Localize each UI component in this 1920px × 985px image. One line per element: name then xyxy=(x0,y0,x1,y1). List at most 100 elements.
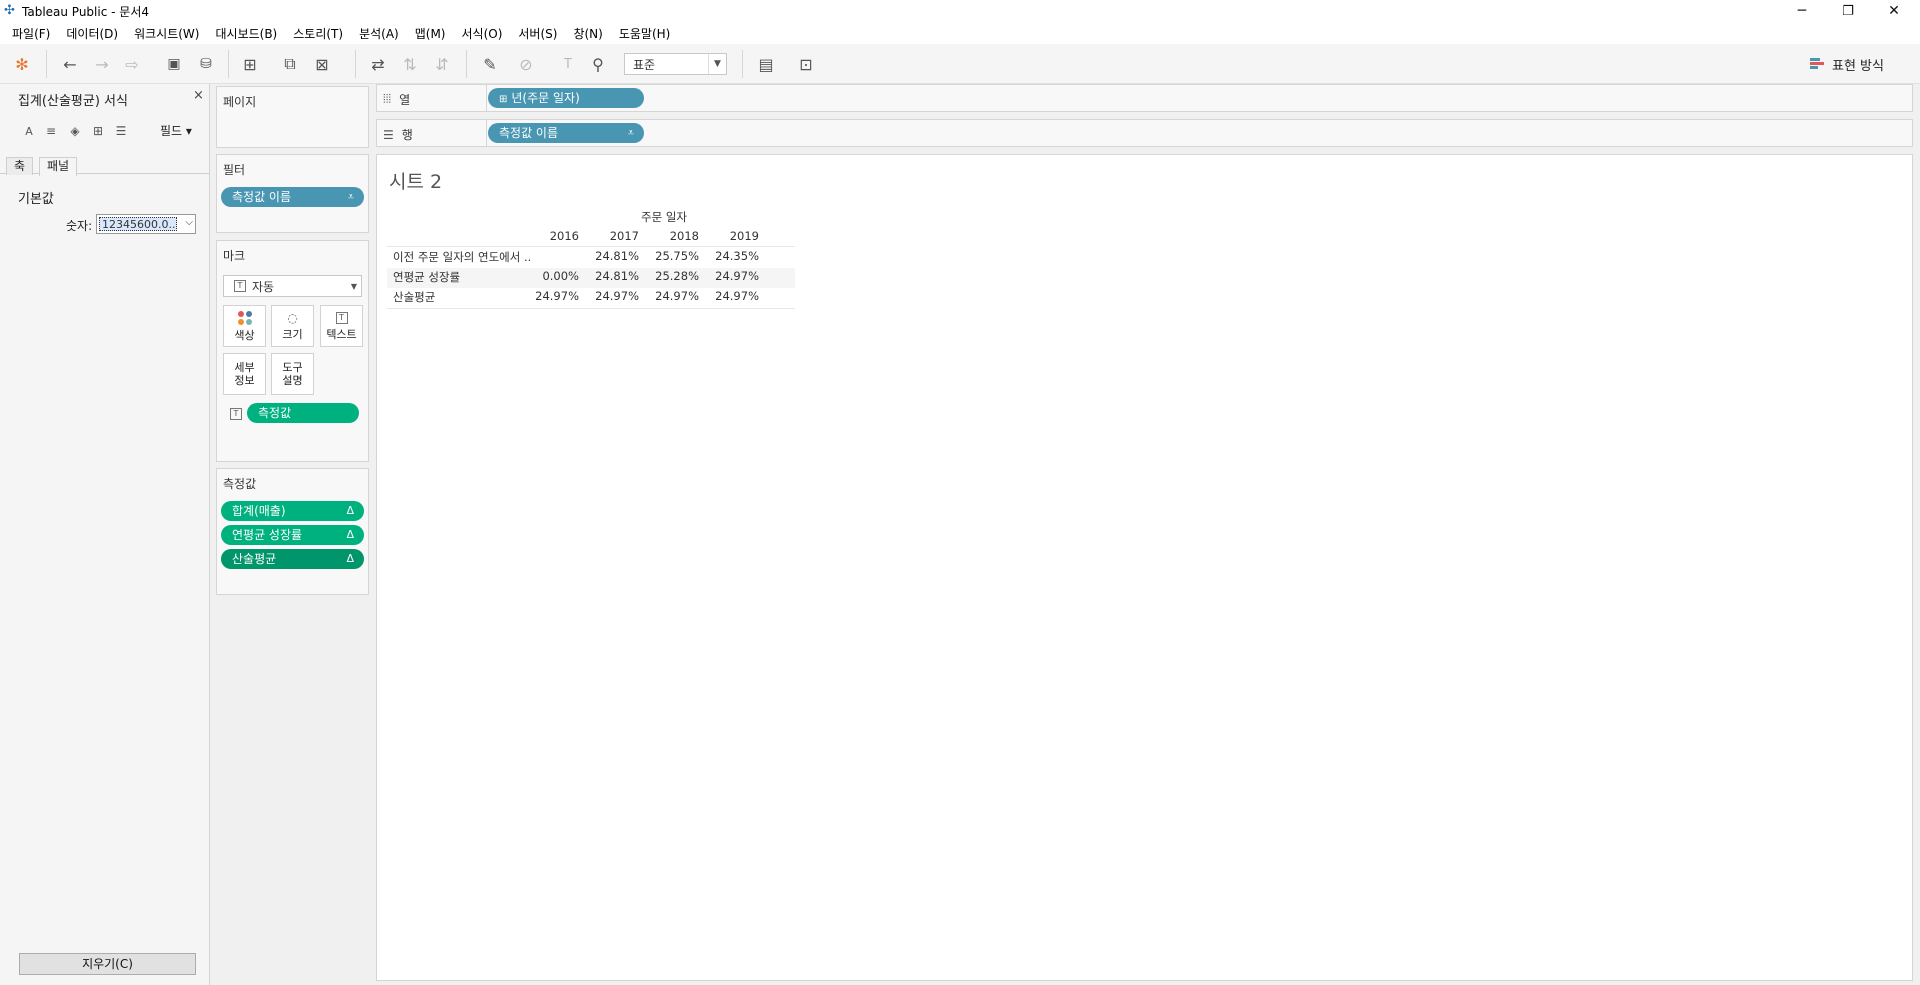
new-datasource-icon[interactable]: ⛁ xyxy=(194,52,218,76)
size-icon: ◌ xyxy=(287,310,298,325)
table-cell[interactable]: 24.97% xyxy=(639,289,699,303)
show-me-button[interactable]: 표현 방식 xyxy=(1810,54,1884,74)
table-cell[interactable]: 25.75% xyxy=(639,249,699,263)
measure-pill-average[interactable]: 산술평균 Δ xyxy=(221,549,364,569)
fit-select[interactable]: 표준 ▼ xyxy=(624,53,727,75)
year-header[interactable]: 2018 xyxy=(639,229,699,243)
close-icon[interactable]: × xyxy=(193,88,204,103)
clear-button[interactable]: 지우기(C) xyxy=(19,953,196,975)
menu-story[interactable]: 스토리(T) xyxy=(285,25,351,42)
save-icon[interactable]: ▣ xyxy=(162,52,186,76)
chevron-down-icon: ▼ xyxy=(350,281,357,291)
lines-icon[interactable]: ☰ xyxy=(112,122,130,140)
tooltip-button[interactable]: 도구 설명 xyxy=(271,353,314,395)
group-icon[interactable]: ⊘ xyxy=(514,52,538,76)
year-header[interactable]: 2016 xyxy=(517,229,579,243)
row-header[interactable]: 이전 주문 일자의 연도에서 .. xyxy=(393,249,531,265)
replay-icon[interactable]: ⇨ xyxy=(120,52,144,76)
restore-button[interactable]: ❐ xyxy=(1826,0,1870,22)
color-button[interactable]: 색상 xyxy=(223,305,266,347)
shading-icon[interactable]: ◈ xyxy=(66,122,84,140)
text-button[interactable]: T 텍스트 xyxy=(320,305,363,347)
detail-label: 세부 정보 xyxy=(234,361,255,387)
swap-icon[interactable]: ⇄ xyxy=(366,52,390,76)
row-header[interactable]: 산술평균 xyxy=(393,289,435,305)
toolbar-separator xyxy=(742,50,743,78)
measure-pill-cagr[interactable]: 연평균 성장률 Δ xyxy=(221,525,364,545)
tableau-logo-icon[interactable]: ✻ xyxy=(10,52,34,76)
table-cell[interactable]: 24.81% xyxy=(579,269,639,283)
label-icon[interactable]: T xyxy=(556,52,580,76)
menu-file[interactable]: 파일(F) xyxy=(4,25,58,42)
menu-format[interactable]: 서식(O) xyxy=(454,25,511,42)
measure-pill-label: 연평균 성장률 xyxy=(232,528,303,542)
detail-button[interactable]: 세부 정보 xyxy=(223,353,266,395)
format-tabs: 축 패널 xyxy=(0,154,209,176)
table-cell[interactable]: 0.00% xyxy=(517,269,579,283)
clear-sheet-icon[interactable]: ⊠ xyxy=(310,52,334,76)
menu-help[interactable]: 도움말(H) xyxy=(611,25,679,42)
year-header[interactable]: 2017 xyxy=(579,229,639,243)
font-icon[interactable]: A xyxy=(20,122,38,140)
menu-dashboard[interactable]: 대시보드(B) xyxy=(207,25,285,42)
tab-pane[interactable]: 패널 xyxy=(39,157,78,176)
expand-icon: ⊞ xyxy=(499,94,508,105)
align-icon[interactable]: ≡ xyxy=(42,122,60,140)
rows-pill[interactable]: 측정값 이름 ⩡ xyxy=(488,123,644,143)
menu-worksheet[interactable]: 워크시트(W) xyxy=(126,25,207,42)
borders-icon[interactable]: ⊞ xyxy=(89,122,107,140)
columns-icon: ⦙⦙⦙ xyxy=(383,92,392,106)
mark-type-select[interactable]: T 자동 ▼ xyxy=(223,275,362,297)
undo-icon[interactable]: ← xyxy=(58,52,82,76)
menu-window[interactable]: 창(N) xyxy=(565,25,610,42)
sort-asc-icon[interactable]: ⇅ xyxy=(398,52,422,76)
menu-server[interactable]: 서버(S) xyxy=(510,25,565,42)
columns-pill[interactable]: ⊞ 년(주문 일자) xyxy=(488,88,644,108)
header-divider xyxy=(387,246,795,247)
pages-card-title: 페이지 xyxy=(223,95,257,109)
duplicate-icon[interactable]: ⧉ xyxy=(278,52,302,76)
rows-shelf-label: ☰ 행 xyxy=(383,126,413,143)
table-cell[interactable]: 24.97% xyxy=(579,289,639,303)
pin-icon[interactable]: ⚲ xyxy=(586,52,610,76)
pages-card[interactable]: 페이지 xyxy=(216,86,369,148)
minimize-button[interactable]: ─ xyxy=(1780,0,1824,22)
fields-dropdown[interactable]: 필드 ▾ xyxy=(160,122,192,139)
row-header[interactable]: 연평균 성장률 xyxy=(393,269,460,285)
marks-text-pill[interactable]: 측정값 xyxy=(247,403,359,423)
measure-pill-sales[interactable]: 합계(매출) Δ xyxy=(221,501,364,521)
table-cell[interactable]: 24.97% xyxy=(699,269,759,283)
table-cell[interactable]: 25.28% xyxy=(639,269,699,283)
filter-pill[interactable]: 측정값 이름 ⩡ xyxy=(221,187,364,207)
close-window-button[interactable]: ✕ xyxy=(1872,0,1916,22)
show-me-label: 표현 방식 xyxy=(1832,58,1884,74)
table-cell[interactable]: 24.97% xyxy=(517,289,579,303)
filters-card[interactable]: 필터 측정값 이름 ⩡ xyxy=(216,154,369,233)
worksheet-view[interactable]: 시트 2 주문 일자 2016 2017 2018 2019 이전 주문 일자의… xyxy=(376,154,1913,981)
year-header[interactable]: 2019 xyxy=(699,229,759,243)
filter-pill-label: 측정값 이름 xyxy=(232,190,292,204)
table-cell[interactable]: 24.81% xyxy=(579,249,639,263)
delta-icon: Δ xyxy=(346,528,354,541)
size-button[interactable]: ◌ 크기 xyxy=(271,305,314,347)
columns-pill-label: 년(주문 일자) xyxy=(511,91,580,105)
size-label: 크기 xyxy=(282,327,303,341)
sort-desc-icon[interactable]: ⇵ xyxy=(430,52,454,76)
table-cell[interactable]: 24.97% xyxy=(699,289,759,303)
highlight-icon[interactable]: ✎ xyxy=(478,52,502,76)
table-cell[interactable]: 24.35% xyxy=(699,249,759,263)
menu-data[interactable]: 데이터(D) xyxy=(58,25,126,42)
redo-icon[interactable]: → xyxy=(90,52,114,76)
new-worksheet-icon[interactable]: ⊞ xyxy=(238,52,262,76)
tab-axis[interactable]: 축 xyxy=(6,157,34,175)
presentation-icon[interactable]: ⊡ xyxy=(794,52,818,76)
number-format-select[interactable]: 12345600.0... ⌵ xyxy=(96,214,196,234)
menu-map[interactable]: 맵(M) xyxy=(407,25,454,42)
measure-values-title: 측정값 xyxy=(223,477,257,491)
menu-analysis[interactable]: 분석(A) xyxy=(351,25,407,42)
columns-shelf[interactable]: ⦙⦙⦙ 열 ⊞ 년(주문 일자) xyxy=(376,84,1913,112)
card-toggle-icon[interactable]: ▤ xyxy=(754,52,778,76)
toolbar-separator xyxy=(46,50,47,78)
tableau-app-icon: ✣ xyxy=(4,3,15,18)
rows-shelf[interactable]: ☰ 행 측정값 이름 ⩡ xyxy=(376,119,1913,147)
